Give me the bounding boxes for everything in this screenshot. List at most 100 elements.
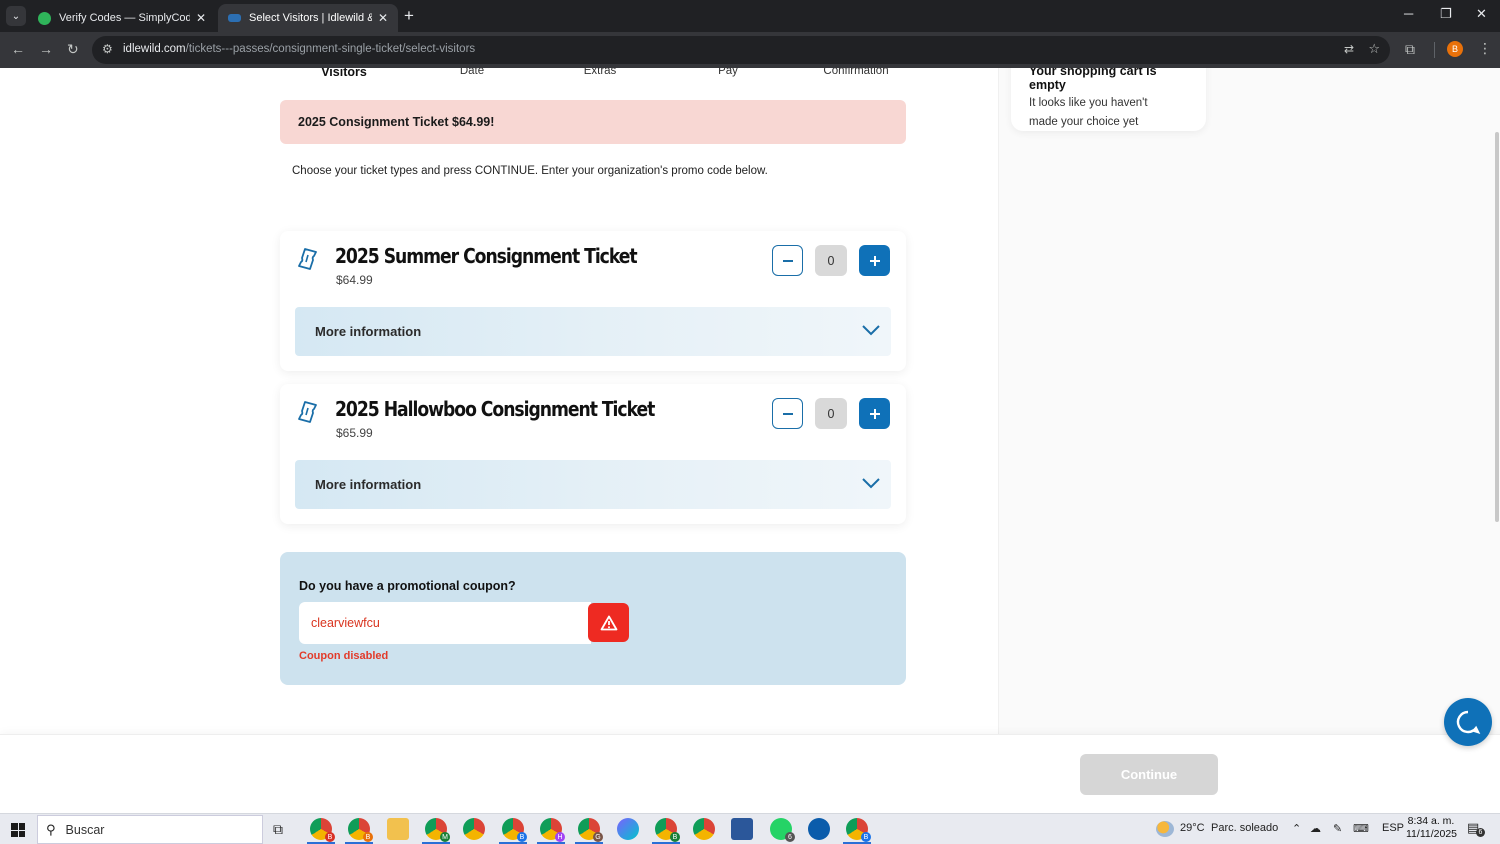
search-placeholder: Buscar	[65, 822, 105, 837]
file-explorer-icon[interactable]	[387, 818, 409, 840]
reload-icon[interactable]: ↻	[67, 41, 79, 58]
windows-start-icon[interactable]	[11, 823, 25, 837]
ticket-name: 2025 Hallowboo Consignment Ticket	[335, 397, 655, 421]
pen-icon[interactable]: ✎	[1333, 822, 1342, 835]
clock-time: 8:34 a. m.	[1407, 815, 1455, 827]
page-content: Your shopping cart is empty It looks lik…	[0, 68, 1500, 813]
weather-icon[interactable]	[1156, 821, 1174, 837]
chrome-app-icon[interactable]	[463, 818, 485, 840]
onedrive-icon[interactable]: ☁	[1310, 822, 1321, 835]
step-visitors: Visitors	[321, 68, 367, 79]
cart-side-panel	[998, 68, 1500, 734]
chevron-down-icon	[862, 478, 880, 489]
extensions-icon[interactable]: ⧉	[1405, 41, 1415, 58]
page-scrollbar[interactable]	[1495, 132, 1499, 522]
notifications-icon[interactable]: ▤ 6	[1467, 820, 1485, 837]
checkout-bottom-bar: Continue	[0, 734, 1500, 813]
bookmark-star-icon[interactable]: ☆	[1368, 41, 1380, 57]
whatsapp-app-icon[interactable]: 6	[770, 818, 795, 842]
tab-title: Select Visitors | Idlewild & Soak	[249, 12, 372, 24]
tab-simplycodes[interactable]: Verify Codes — SimplyCodes ✕	[28, 4, 216, 32]
cart-card: Your shopping cart is empty It looks lik…	[1011, 68, 1206, 131]
new-tab-icon[interactable]: +	[404, 6, 414, 26]
browser-toolbar: ← → ↻ ⚙ idlewild.com/tickets---passes/co…	[0, 32, 1500, 68]
notification-badge: 6	[1476, 828, 1485, 837]
back-icon[interactable]: ←	[11, 41, 25, 57]
close-tab-icon[interactable]: ✕	[378, 11, 388, 25]
ticket-icon	[298, 248, 317, 270]
close-tab-icon[interactable]: ✕	[196, 11, 206, 25]
chrome-app-icon[interactable]: B	[652, 818, 680, 844]
cart-empty-message: It looks like you haven't made your choi…	[1029, 97, 1148, 128]
ticket-card: 2025 Summer Consignment Ticket $64.99 0 …	[280, 231, 906, 371]
promo-coupon-section: Do you have a promotional coupon? Coupon…	[280, 552, 906, 685]
coupon-error-message: Coupon disabled	[299, 650, 389, 662]
address-bar[interactable]: ⚙ idlewild.com/tickets---passes/consignm…	[92, 36, 1390, 64]
network-app-icon[interactable]	[808, 818, 830, 840]
keyboard-icon[interactable]: ⌨	[1353, 822, 1369, 835]
chat-support-button[interactable]	[1444, 698, 1492, 746]
promo-coupon-label: Do you have a promotional coupon?	[299, 579, 516, 593]
language-indicator[interactable]: ESP	[1382, 822, 1404, 834]
canva-app-icon[interactable]	[617, 818, 639, 840]
ticket-icon	[298, 401, 317, 423]
translate-icon[interactable]: ⇄	[1344, 42, 1354, 56]
increase-quantity-button[interactable]	[859, 245, 890, 276]
browser-menu-icon[interactable]: ⋮	[1478, 40, 1492, 57]
chrome-app-icon[interactable]: G	[575, 818, 603, 844]
promo-code-input[interactable]	[299, 602, 591, 644]
minimize-icon[interactable]: ─	[1404, 6, 1413, 21]
decrease-quantity-button[interactable]	[772, 245, 803, 276]
profile-avatar[interactable]: B	[1447, 41, 1463, 57]
step-extras: Extras	[583, 68, 617, 77]
quantity-value[interactable]: 0	[815, 245, 847, 276]
simplycodes-favicon-icon	[38, 11, 51, 25]
weather-temperature[interactable]: 29°C	[1180, 822, 1205, 834]
ticket-price: $64.99	[336, 273, 373, 287]
ticket-price: $65.99	[336, 426, 373, 440]
decrease-quantity-button[interactable]	[772, 398, 803, 429]
step-pay: Pay	[718, 68, 738, 77]
search-icon: ⚲	[46, 821, 56, 837]
chevron-down-icon	[862, 325, 880, 336]
word-app-icon[interactable]	[731, 818, 753, 840]
apply-coupon-button[interactable]	[588, 603, 629, 642]
promo-banner: 2025 Consignment Ticket $64.99!	[280, 100, 906, 144]
more-information-toggle[interactable]: More information	[295, 307, 891, 356]
chrome-app-icon[interactable]: B	[307, 818, 335, 844]
plus-icon	[869, 255, 880, 266]
chrome-app-icon[interactable]: B	[499, 818, 527, 844]
tab-search-button[interactable]: ⌄	[6, 6, 26, 26]
increase-quantity-button[interactable]	[859, 398, 890, 429]
weather-description[interactable]: Parc. soleado	[1211, 822, 1278, 834]
minus-icon	[782, 412, 793, 415]
chevron-up-icon[interactable]: ⌃	[1292, 822, 1301, 835]
chrome-app-icon[interactable]: B	[843, 818, 871, 844]
tab-title: Verify Codes — SimplyCodes	[59, 12, 190, 24]
quantity-value[interactable]: 0	[815, 398, 847, 429]
taskbar-search[interactable]: ⚲ Buscar	[37, 815, 263, 844]
chrome-app-icon[interactable]	[693, 818, 715, 840]
toolbar-divider	[1434, 42, 1435, 58]
close-window-icon[interactable]: ✕	[1476, 6, 1487, 22]
step-confirmation: Confirmation	[823, 68, 889, 77]
continue-button[interactable]: Continue	[1080, 754, 1218, 795]
windows-taskbar: ⚲ Buscar ⧉ B B M B H G B 6 B 29°C Parc. …	[0, 813, 1500, 844]
taskbar-clock[interactable]: 8:34 a. m. 11/11/2025	[1406, 815, 1457, 841]
forward-icon[interactable]: →	[39, 41, 53, 57]
more-information-toggle[interactable]: More information	[295, 460, 891, 509]
chrome-app-icon[interactable]: M	[422, 818, 450, 844]
warning-icon	[600, 615, 617, 630]
url-text[interactable]: idlewild.com/tickets---passes/consignmen…	[123, 43, 475, 55]
tab-idlewild[interactable]: Select Visitors | Idlewild & Soak ✕	[218, 4, 398, 32]
more-information-label: More information	[315, 324, 422, 339]
site-info-icon[interactable]: ⚙	[102, 42, 113, 56]
more-information-label: More information	[315, 477, 422, 492]
task-view-icon[interactable]: ⧉	[273, 821, 283, 838]
minus-icon	[782, 259, 793, 262]
browser-tabbar: ⌄ Verify Codes — SimplyCodes ✕ Select Vi…	[0, 0, 1500, 32]
intro-text: Choose your ticket types and press CONTI…	[292, 165, 768, 177]
chrome-app-icon[interactable]: H	[537, 818, 565, 844]
chrome-app-icon[interactable]: B	[345, 818, 373, 844]
restore-icon[interactable]: ❐	[1440, 6, 1452, 22]
